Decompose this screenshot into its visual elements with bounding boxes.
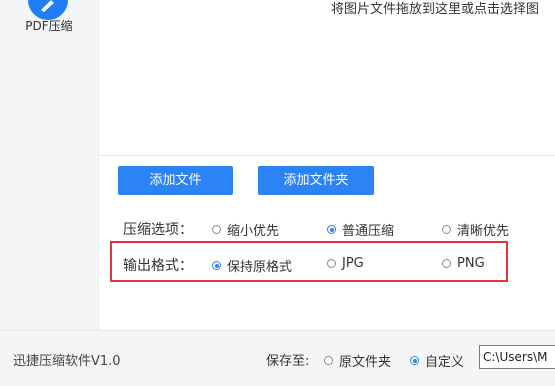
radio-indicator-checked xyxy=(327,225,336,234)
radio-clarity-first[interactable]: 清晰优先 xyxy=(442,220,509,239)
radio-label: 自定义 xyxy=(425,355,465,370)
radio-label: JPG xyxy=(342,256,364,271)
compress-options-label: 压缩选项： xyxy=(123,222,193,238)
radio-png[interactable]: PNG xyxy=(442,256,485,271)
radio-normal-compress[interactable]: 普通压缩 xyxy=(327,220,394,239)
sidebar-item-label: PDF压缩 xyxy=(25,19,73,33)
app-version: 迅捷压缩软件V1.0 xyxy=(13,354,121,369)
add-file-button[interactable]: 添加文件 xyxy=(118,166,233,195)
radio-indicator-checked xyxy=(212,261,221,270)
file-drop-zone[interactable]: 将图片文件拖放到这里或点击选择图 xyxy=(99,0,555,156)
radio-keep-original-format[interactable]: 保持原格式 xyxy=(212,256,292,275)
drop-hint-text: 将图片文件拖放到这里或点击选择图 xyxy=(331,2,540,17)
radio-label: 缩小优先 xyxy=(227,224,280,239)
radio-original-folder[interactable]: 原文件夹 xyxy=(324,351,391,370)
output-format-label: 输出格式： xyxy=(123,258,193,274)
radio-label: PNG xyxy=(457,256,485,271)
radio-indicator xyxy=(442,225,451,234)
radio-indicator-checked xyxy=(410,356,419,365)
radio-label: 原文件夹 xyxy=(339,355,392,370)
radio-custom-folder[interactable]: 自定义 xyxy=(410,351,464,370)
radio-jpg[interactable]: JPG xyxy=(327,256,364,271)
sidebar: PDF压缩 xyxy=(0,0,99,330)
radio-label: 保持原格式 xyxy=(227,260,293,275)
sidebar-item-pdf-compress[interactable]: PDF压缩 xyxy=(0,0,98,60)
radio-indicator xyxy=(212,225,221,234)
radio-indicator xyxy=(442,259,451,268)
save-to-label: 保存至: xyxy=(266,354,310,369)
radio-shrink-first[interactable]: 缩小优先 xyxy=(212,220,279,239)
radio-indicator xyxy=(324,356,333,365)
radio-label: 清晰优先 xyxy=(457,224,510,239)
save-path-input[interactable]: C:\Users\M xyxy=(479,345,555,369)
add-folder-button[interactable]: 添加文件夹 xyxy=(258,166,374,195)
footer-bar: 迅捷压缩软件V1.0 保存至: 原文件夹 自定义 C:\Users\M xyxy=(0,330,555,386)
radio-indicator xyxy=(327,259,336,268)
radio-label: 普通压缩 xyxy=(342,224,395,239)
